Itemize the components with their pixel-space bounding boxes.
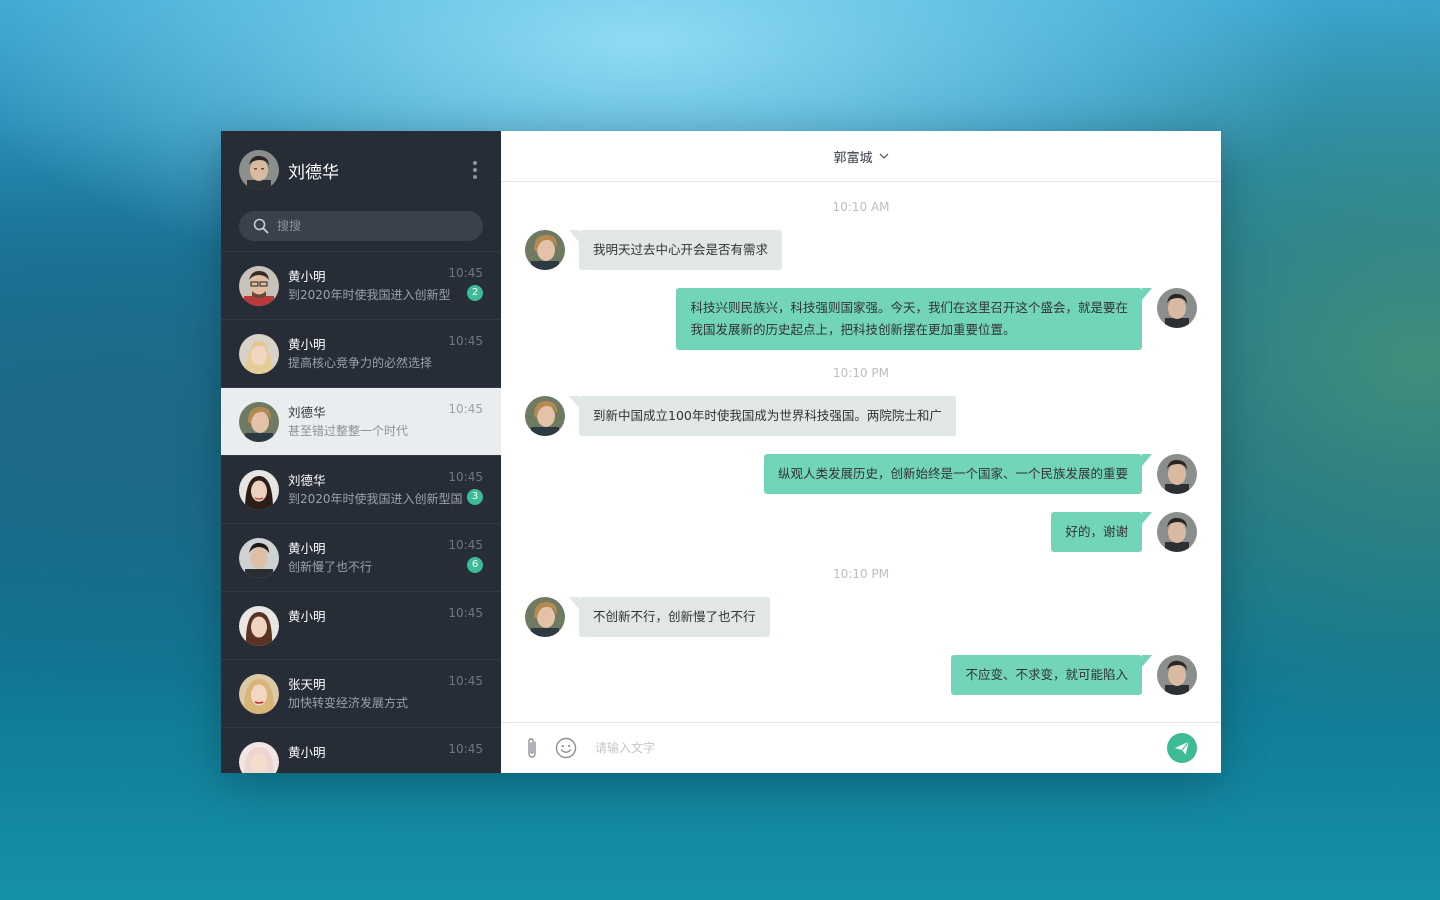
message-bubble: 科技兴则民族兴，科技强则国家强。今天，我们在这里召开这个盛会，就是要在 我国发展…: [676, 288, 1142, 350]
message-input[interactable]: [595, 741, 1115, 755]
timestamp-separator: 10:10 PM: [833, 567, 889, 581]
chat-panel: 郭富城 10:10 AM 我明天过去中心开会是否有需求 科技兴则民族兴，科技强则…: [501, 131, 1221, 773]
emoji-icon[interactable]: [555, 737, 577, 759]
kebab-menu-icon[interactable]: [471, 161, 479, 179]
avatar: [525, 230, 565, 270]
avatar: [239, 741, 279, 773]
message-bubble: 我明天过去中心开会是否有需求: [579, 230, 783, 270]
contact-time: 10:45: [448, 469, 483, 484]
contact-item[interactable]: 黄小明 提高核心竞争力的必然选择 10:45: [221, 320, 501, 388]
search-input[interactable]: [277, 219, 457, 233]
avatar[interactable]: [239, 150, 279, 190]
message-row-outgoing: 不应变、不求变，就可能陷入: [501, 655, 1221, 695]
contact-name: 刘德华: [288, 404, 326, 420]
search-box[interactable]: [239, 211, 483, 241]
contact-time: 10:45: [448, 401, 483, 416]
send-icon: [1175, 741, 1190, 755]
message-composer: [501, 722, 1221, 773]
unread-badge: 3: [467, 488, 483, 505]
message-row-incoming: 我明天过去中心开会是否有需求: [501, 230, 1221, 270]
message-row-incoming: 到新中国成立100年时使我国成为世界科技强国。两院院士和广: [501, 396, 1221, 436]
chat-header[interactable]: 郭富城: [501, 131, 1221, 182]
message-row-outgoing: 纵观人类发展历史，创新始终是一个国家、一个民族发展的重要: [501, 454, 1221, 494]
message-row-outgoing: 好的，谢谢: [501, 512, 1221, 552]
contact-item[interactable]: 黄小明 10:45: [221, 728, 501, 773]
contact-last-message: 加快转变经济发展方式: [288, 695, 409, 710]
search-icon: [253, 218, 269, 234]
contact-list: 黄小明 到2020年时使我国进入创新型 10:45 2 黄小明 提高核心竞争力的…: [221, 251, 501, 773]
avatar: [1157, 512, 1197, 552]
paperclip-icon[interactable]: [521, 737, 543, 759]
contact-item-active[interactable]: 刘德华 甚至错过整整一个时代 10:45: [221, 388, 501, 456]
chevron-down-icon: [879, 153, 888, 159]
message-bubble: 好的，谢谢: [1051, 512, 1142, 552]
avatar: [239, 401, 279, 442]
timestamp-separator: 10:10 AM: [832, 200, 890, 214]
contact-name: 张天明: [288, 676, 326, 692]
contact-name: 黄小明: [288, 540, 326, 556]
contact-last-message: 甚至错过整整一个时代: [288, 423, 409, 438]
current-user-header: 刘德华: [221, 131, 501, 209]
contact-name: 黄小明: [288, 608, 326, 624]
contact-name: 黄小明: [288, 268, 326, 284]
avatar: [239, 469, 279, 510]
timestamp-separator: 10:10 PM: [833, 366, 889, 380]
chat-window: 刘德华 搜搜 黄小明 到2020年时使我国进入创新型 10:45 2 黄小明 提…: [221, 131, 1221, 773]
sidebar: 刘德华 搜搜 黄小明 到2020年时使我国进入创新型 10:45 2 黄小明 提…: [221, 131, 501, 773]
avatar: [239, 265, 279, 306]
message-line: 我国发展新的历史起点上，把科技创新摆在更加重要位置。: [690, 322, 1016, 337]
avatar: [525, 396, 565, 436]
unread-badge: 2: [467, 284, 483, 301]
message-line: 科技兴则民族兴，科技强则国家强。今天，我们在这里召开这个盛会，就是要在: [690, 300, 1128, 315]
contact-name: 黄小明: [288, 336, 326, 352]
contact-last-message: 到2020年时使我国进入创新型国: [288, 491, 463, 506]
unread-badge: 6: [467, 556, 483, 573]
message-row-incoming: 不创新不行，创新慢了也不行: [501, 597, 1221, 637]
contact-last-message: 创新慢了也不行: [288, 559, 373, 574]
contact-time: 10:45: [448, 741, 483, 756]
contact-time: 10:45: [448, 537, 483, 552]
message-bubble: 纵观人类发展历史，创新始终是一个国家、一个民族发展的重要: [763, 454, 1142, 494]
avatar: [239, 605, 279, 646]
send-button[interactable]: [1167, 733, 1197, 763]
contact-time: 10:45: [448, 333, 483, 348]
contact-name: 黄小明: [288, 744, 326, 760]
contact-item[interactable]: 黄小明 创新慢了也不行 10:45 6: [221, 524, 501, 592]
message-row-outgoing: 科技兴则民族兴，科技强则国家强。今天，我们在这里召开这个盛会，就是要在 我国发展…: [501, 288, 1221, 350]
avatar: [1157, 288, 1197, 328]
message-bubble: 不创新不行，创新慢了也不行: [579, 597, 770, 637]
contact-time: 10:45: [448, 605, 483, 620]
current-user-name: 刘德华: [288, 162, 339, 183]
contact-last-message: 提高核心竞争力的必然选择: [288, 355, 433, 370]
avatar: [525, 597, 565, 637]
contact-item[interactable]: 张天明 加快转变经济发展方式 10:45: [221, 660, 501, 728]
contact-item[interactable]: 黄小明 到2020年时使我国进入创新型 10:45 2: [221, 252, 501, 320]
avatar: [239, 537, 279, 578]
contact-item[interactable]: 刘德华 到2020年时使我国进入创新型国 10:45 3: [221, 456, 501, 524]
message-bubble: 不应变、不求变，就可能陷入: [951, 655, 1142, 695]
avatar: [1157, 454, 1197, 494]
avatar: [239, 333, 279, 374]
chat-title: 郭富城: [833, 150, 873, 166]
contact-time: 10:45: [448, 673, 483, 688]
contact-time: 10:45: [448, 265, 483, 280]
contact-name: 刘德华: [288, 472, 326, 488]
contact-last-message: 到2020年时使我国进入创新型: [288, 287, 451, 302]
avatar: [239, 673, 279, 714]
avatar: [1157, 655, 1197, 695]
contact-item[interactable]: 黄小明 10:45: [221, 592, 501, 660]
message-bubble: 到新中国成立100年时使我国成为世界科技强国。两院院士和广: [579, 396, 956, 436]
